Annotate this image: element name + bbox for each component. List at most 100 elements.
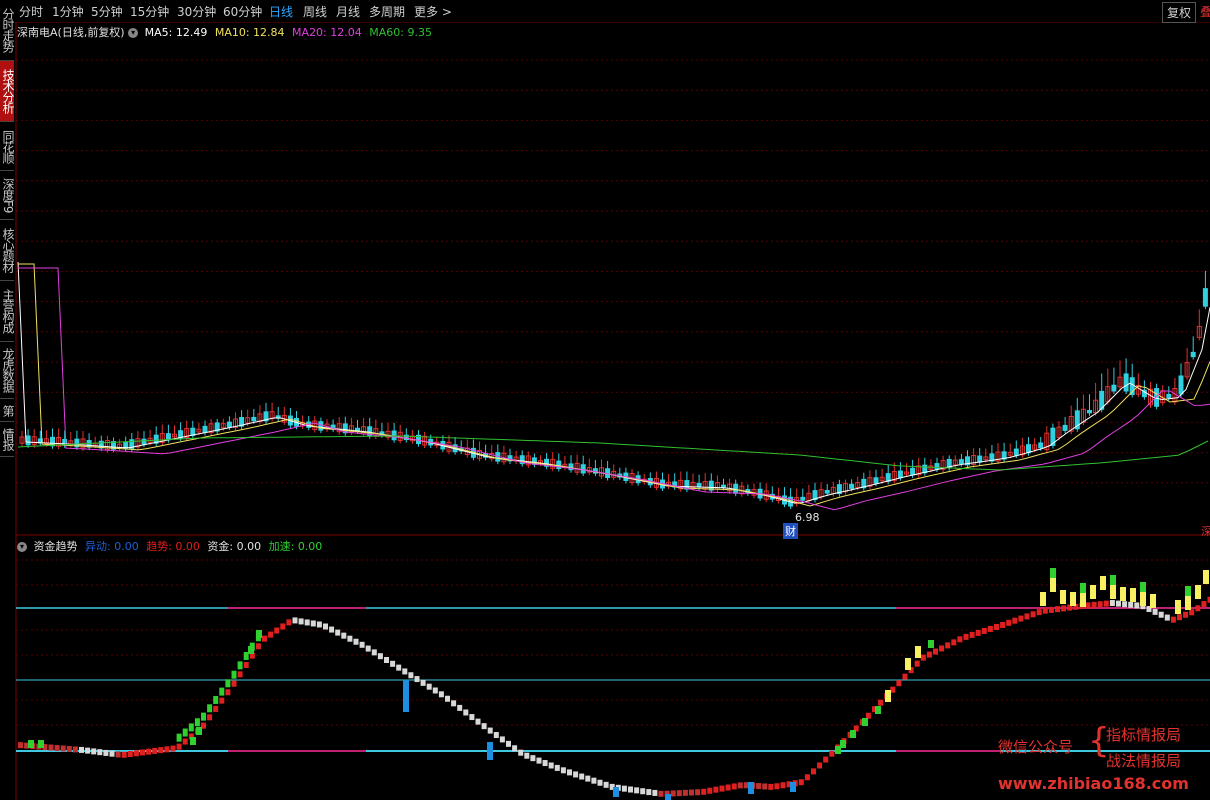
- trend-bar: [603, 781, 609, 788]
- trend-bar: [1048, 606, 1054, 613]
- trend-bar: [1116, 600, 1121, 607]
- trend-bar: [274, 627, 280, 634]
- accel-bar: [1185, 586, 1191, 596]
- watermark-line2: 战法情报局: [1106, 752, 1182, 770]
- indicator-label-value: 0.00: [297, 540, 323, 553]
- trend-bar: [182, 738, 188, 745]
- capital-bar: [885, 690, 891, 702]
- trend-bar: [481, 723, 487, 730]
- candle-down: [958, 459, 964, 465]
- trend-bar: [1012, 617, 1018, 624]
- trend-bar: [384, 657, 389, 663]
- capital-bar: [915, 646, 921, 658]
- trend-bar: [451, 700, 457, 707]
- trend-bar: [359, 641, 365, 648]
- trend-bar: [878, 699, 884, 706]
- candle-down: [1087, 409, 1092, 414]
- capital-bar: [1195, 585, 1201, 599]
- chevron-down-icon[interactable]: ▾: [128, 28, 139, 38]
- trend-bar: [939, 645, 945, 652]
- trend-bar: [85, 747, 91, 754]
- trend-bar: [707, 787, 713, 794]
- capital-bar: [1080, 593, 1086, 607]
- capital-bar: [1060, 590, 1066, 604]
- trend-bar: [170, 745, 176, 752]
- trend-bar: [628, 786, 633, 793]
- accel-bar: [207, 704, 213, 713]
- candle-down: [910, 467, 916, 476]
- main-chart-header: 深南电A(日线,前复权) ▾ MA5: 12.49 MA10: 12.84 MA…: [17, 24, 432, 40]
- candle-down: [1190, 351, 1196, 358]
- trend-bar: [133, 750, 139, 757]
- trend-bar: [1091, 601, 1097, 608]
- trend-bar: [1024, 613, 1030, 620]
- trend-bar: [536, 757, 542, 764]
- trend-bar: [1006, 619, 1012, 626]
- trend-bar: [140, 749, 145, 756]
- stock-label: 深南电A(日线,前复权): [17, 26, 125, 39]
- trend-bar: [890, 686, 896, 693]
- trend-bar: [310, 620, 316, 627]
- candle-down: [733, 483, 739, 494]
- trend-bar: [994, 623, 999, 630]
- accel-bar: [38, 740, 44, 748]
- trend-bar: [780, 782, 786, 789]
- anomaly-bar: [665, 794, 671, 800]
- trend-bar: [97, 749, 103, 756]
- candle-down: [202, 425, 208, 433]
- trend-bar: [548, 762, 554, 769]
- trend-bar: [591, 777, 597, 784]
- trend-bar: [146, 748, 152, 755]
- indicator-name: 资金趋势: [33, 540, 78, 553]
- trend-bar: [1122, 601, 1128, 608]
- trend-bar: [579, 773, 585, 780]
- candle-down: [873, 477, 879, 484]
- capital-bar: [1175, 600, 1181, 614]
- accel-bar: [1080, 583, 1086, 593]
- trend-bar: [817, 762, 823, 769]
- chart-canvas: [15, 22, 1210, 800]
- trend-bar: [1158, 611, 1164, 618]
- trend-bar: [896, 680, 902, 687]
- watermark-line1: 指标情报局: [1106, 726, 1182, 744]
- trend-bar: [542, 760, 548, 767]
- trend-bar: [506, 740, 511, 747]
- trend-bar: [725, 784, 731, 791]
- indicator-label-name: 加速: [268, 540, 291, 553]
- accel-bar: [190, 737, 196, 745]
- trend-bar: [292, 617, 298, 624]
- trend-bar: [493, 732, 499, 739]
- trend-bar: [981, 627, 987, 634]
- accel-bar: [194, 718, 200, 727]
- trend-bar: [219, 697, 225, 704]
- capital-bar: [1100, 576, 1106, 590]
- finance-marker[interactable]: 财: [783, 523, 798, 539]
- trend-bar: [79, 746, 84, 753]
- accel-bar: [928, 640, 934, 648]
- trend-bar: [774, 783, 780, 790]
- trend-bar: [1183, 611, 1189, 618]
- anomaly-bar: [487, 742, 493, 760]
- trend-bar: [115, 751, 121, 758]
- anomaly-bar: [748, 782, 754, 794]
- candle-down: [800, 496, 806, 501]
- trend-bar: [390, 660, 396, 667]
- candle-down: [141, 438, 147, 445]
- ma60-label: MA60: 9.35: [369, 26, 432, 39]
- trend-bar: [109, 750, 115, 757]
- trend-bar: [164, 746, 170, 753]
- chevron-down-icon[interactable]: ▾: [17, 542, 27, 552]
- trend-bar: [1164, 614, 1170, 621]
- trend-bar: [426, 683, 432, 690]
- trend-bar: [329, 626, 335, 633]
- trend-bar: [432, 687, 438, 694]
- indicator-label-name: 异动: [85, 540, 107, 553]
- candle-down: [849, 483, 855, 489]
- trend-bar: [1201, 601, 1207, 608]
- trend-bar: [475, 718, 481, 725]
- indicator-label-name: 资金: [207, 540, 230, 553]
- trend-bar: [1042, 607, 1048, 614]
- trend-bar: [286, 619, 292, 626]
- accel-bar: [225, 679, 231, 688]
- trend-bar: [1152, 608, 1158, 615]
